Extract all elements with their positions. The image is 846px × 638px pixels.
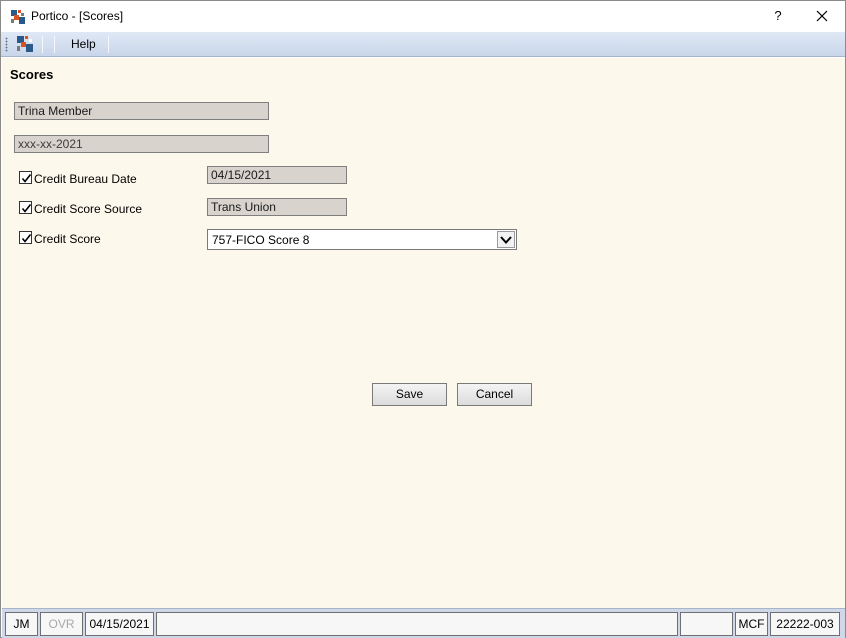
credit-score-source-label: Credit Score Source [34, 202, 143, 216]
credit-score-selected-value: 757-FICO Score 8 [212, 233, 310, 247]
menu-separator [54, 36, 55, 53]
credit-score-source-checkbox[interactable] [19, 201, 32, 214]
app-window: Portico - [Scores] ? Help Scores Trina M… [0, 0, 846, 638]
cancel-button[interactable]: Cancel [457, 383, 532, 406]
credit-bureau-date-checkbox[interactable] [19, 171, 32, 184]
menu-separator [108, 36, 109, 53]
menu-bar: Help [1, 32, 845, 57]
checkmark-icon [21, 204, 32, 213]
save-button[interactable]: Save [372, 383, 447, 406]
close-button[interactable] [809, 5, 835, 27]
credit-score-checkbox[interactable] [19, 231, 32, 244]
member-name-field[interactable]: Trina Member [14, 102, 269, 120]
credit-score-source-field[interactable]: Trans Union [207, 198, 347, 216]
status-station: 22222-003 [770, 612, 840, 636]
credit-score-label: Credit Score [34, 232, 101, 246]
chevron-down-icon [500, 236, 512, 244]
ssn-field[interactable]: xxx-xx-2021 [14, 135, 269, 153]
menu-separator [42, 36, 43, 53]
credit-bureau-date-field[interactable]: 04/15/2021 [207, 166, 347, 184]
status-branch: MCF [735, 612, 768, 636]
page-title: Scores [10, 67, 54, 82]
credit-bureau-date-label: Credit Bureau Date [34, 172, 137, 186]
status-blank [680, 612, 733, 636]
portico-logo-icon [10, 9, 26, 25]
status-date: 04/15/2021 [85, 612, 154, 636]
scores-form: Scores Trina Member xxx-xx-2021 Credit B… [2, 58, 845, 608]
toolbar-grip[interactable] [5, 37, 8, 52]
credit-score-dropdown-button[interactable] [497, 231, 515, 248]
status-override: OVR [40, 612, 83, 636]
menu-help[interactable]: Help [63, 35, 104, 54]
status-user: JM [5, 612, 38, 636]
checkmark-icon [21, 174, 32, 183]
portico-logo-icon[interactable] [16, 35, 34, 53]
window-title: Portico - [Scores] [31, 9, 124, 23]
status-bar: JM OVR 04/15/2021 MCF 22222-003 [2, 608, 845, 638]
status-message [156, 612, 678, 636]
close-icon [816, 10, 828, 22]
title-bar: Portico - [Scores] ? [1, 1, 845, 32]
checkmark-icon [21, 234, 32, 243]
credit-score-select[interactable]: 757-FICO Score 8 [207, 229, 517, 250]
context-help-button[interactable]: ? [767, 5, 789, 27]
